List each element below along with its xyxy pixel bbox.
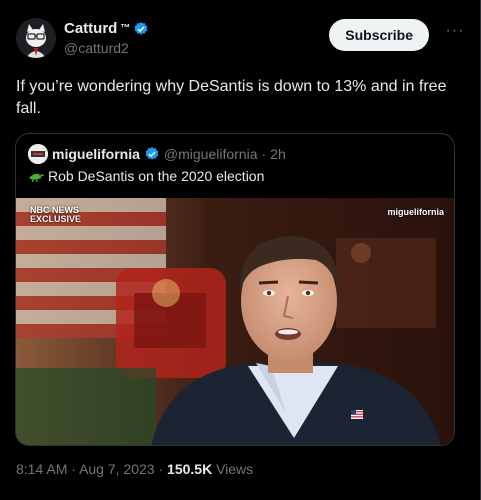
author-avatar[interactable] (16, 18, 56, 58)
quote-time-separator: · (261, 146, 267, 162)
verified-badge-icon (134, 21, 148, 35)
tweet-header: Catturd ™ @catturd2 Subscribe ··· (16, 18, 465, 62)
author-name-row: Catturd ™ (64, 20, 149, 37)
tweet-date[interactable]: Aug 7, 2023 (79, 461, 155, 477)
quote-avatar-image (28, 144, 48, 164)
quote-display-name[interactable]: miguelifornia (52, 146, 140, 162)
tweet-time[interactable]: 8:14 AM (16, 461, 67, 477)
nbc-news-exclusive-logo: NBC NEWS EXCLUSIVE (30, 206, 81, 224)
quote-handle[interactable]: @miguelifornia (164, 146, 258, 162)
author-handle[interactable]: @catturd2 (64, 40, 129, 56)
quote-time[interactable]: 2h (270, 146, 286, 162)
subscribe-button[interactable]: Subscribe (329, 19, 429, 51)
meta-separator: · (71, 461, 76, 477)
alligator-emoji-icon (29, 173, 45, 182)
meta-separator: · (158, 461, 164, 477)
quote-text-row: Rob DeSantis on the 2020 election (28, 168, 264, 184)
quoted-tweet[interactable]: miguelifornia @miguelifornia · 2h Rob De… (15, 133, 455, 446)
tweet-text: If you’re wondering why DeSantis is down… (16, 78, 447, 117)
more-icon[interactable]: ··· (445, 23, 465, 44)
nbc-logo-line2: EXCLUSIVE (30, 214, 82, 224)
verified-badge-icon (145, 147, 159, 160)
quote-video[interactable]: NBC NEWS EXCLUSIVE miguelifornia (16, 198, 454, 445)
views-count: 150.5K (167, 461, 213, 477)
trademark-mark: ™ (120, 23, 131, 34)
quote-text: Rob DeSantis on the 2020 election (48, 168, 265, 184)
author-display-name[interactable]: Catturd (64, 20, 117, 37)
cat-avatar-icon (16, 18, 56, 58)
tweet-meta: 8:14 AM · Aug 7, 2023 · 150.5K Views (16, 461, 253, 477)
quote-avatar[interactable] (28, 144, 48, 164)
video-watermark: miguelifornia (387, 207, 444, 217)
views-label: Views (216, 461, 254, 477)
quote-header: miguelifornia @miguelifornia · 2h (28, 144, 286, 164)
video-frame-image (16, 198, 454, 445)
